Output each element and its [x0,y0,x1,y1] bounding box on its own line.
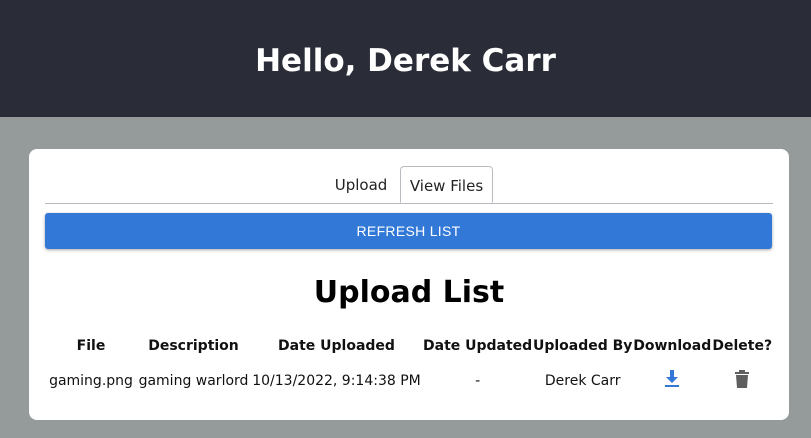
download-icon[interactable] [664,370,680,392]
refresh-list-button[interactable]: REFRESH LIST [45,213,772,249]
column-header-date-updated: Date Updated [423,338,533,354]
table-row: gaming.png gaming warlord 10/13/2022, 9:… [45,361,773,401]
tab-bar: Upload View Files [45,166,773,204]
trash-icon[interactable] [735,370,750,392]
table-header-row: File Description Date Uploaded Date Upda… [45,331,773,361]
tab-upload[interactable]: Upload [330,166,392,202]
greeting-title: Hello, Derek Carr [255,43,556,79]
cell-date-updated: - [475,373,481,389]
cell-description: gaming warlord [138,373,249,389]
cell-delete [711,361,773,401]
upload-table: File Description Date Uploaded Date Upda… [45,331,773,401]
column-header-file: File [76,338,106,354]
column-header-download: Download [633,338,712,354]
cell-date-uploaded: 10/13/2022, 9:14:38 PM [252,373,421,389]
cell-uploaded-by: Derek Carr [544,373,621,389]
header-bar: Hello, Derek Carr [0,0,811,117]
column-header-uploaded-by: Uploaded By [532,338,633,354]
column-header-date-uploaded: Date Uploaded [278,338,395,354]
tab-view-files[interactable]: View Files [400,166,493,203]
column-header-description: Description [148,338,239,354]
column-header-delete: Delete? [712,338,773,354]
upload-list-title: Upload List [313,275,505,310]
cell-file: gaming.png [49,373,133,389]
main-card: Upload View Files REFRESH LIST Upload Li… [29,149,789,420]
cell-download [633,361,711,401]
